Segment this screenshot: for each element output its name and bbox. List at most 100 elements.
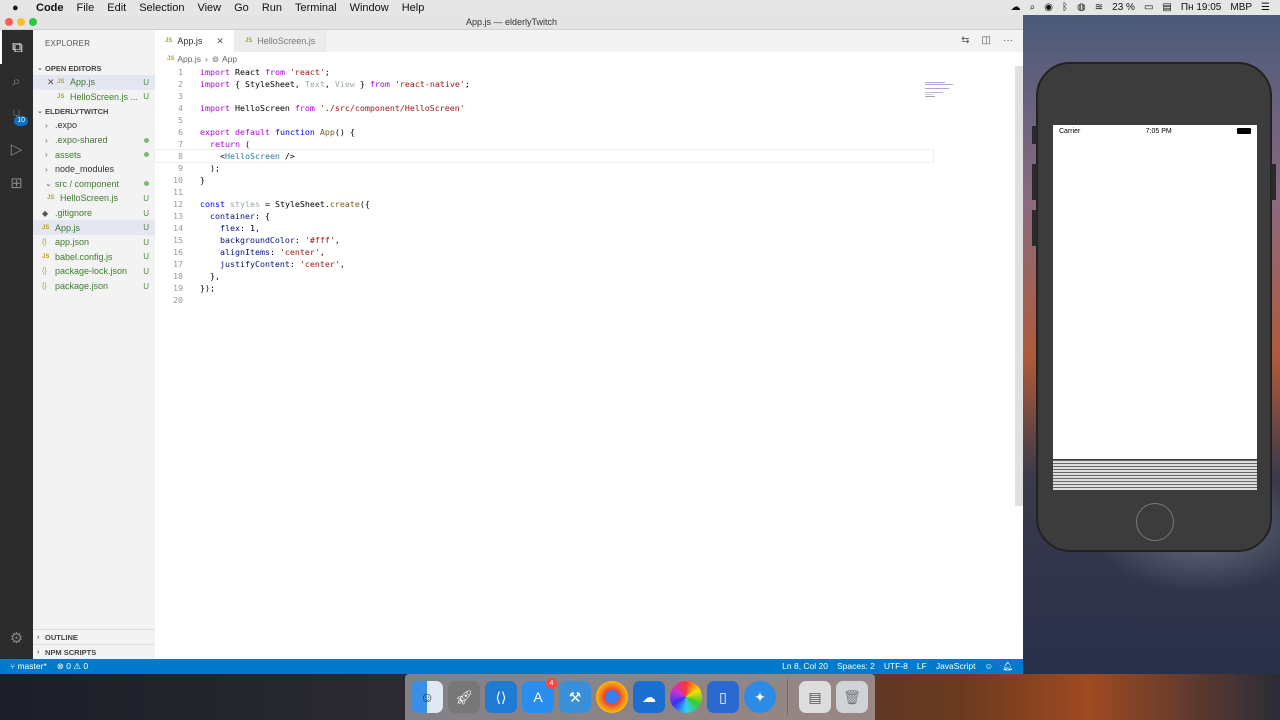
breadcrumb-symbol[interactable]: App [222,54,237,64]
code-line[interactable]: 18 }, [155,270,1023,282]
apple-menu-icon[interactable]: ● [12,2,26,14]
siri-icon[interactable]: ◉ [1044,2,1053,13]
project-header[interactable]: ⌄ ELDERLYTWITCH [33,104,155,118]
code-line[interactable]: 15 backgroundColor: '#fff', [155,234,1023,246]
menu-edit[interactable]: Edit [107,2,126,14]
code-line[interactable]: 10} [155,174,1023,186]
minimize-window-button[interactable] [17,18,25,26]
cloud-icon[interactable]: ☁ [1011,2,1021,13]
menu-selection[interactable]: Selection [139,2,184,14]
explorer-icon[interactable]: ⧉ [0,30,33,64]
tree-item-file[interactable]: {} package.json U [33,279,155,294]
tree-item-file[interactable]: JS App.js U [33,220,155,235]
tree-item-folder[interactable]: › node_modules [33,162,155,177]
menu-app-name[interactable]: Code [36,2,64,14]
vscode-icon[interactable]: ⟨⟩ [485,681,517,713]
npm-scripts-header[interactable]: › NPM SCRIPTS [33,644,155,659]
menu-file[interactable]: File [77,2,95,14]
run-debug-icon[interactable]: ▷ [0,132,33,166]
code-line[interactable]: 20 [155,294,1023,306]
finder-icon[interactable]: ☺ [411,681,443,713]
home-button[interactable] [1136,503,1174,541]
minimap[interactable] [925,82,953,112]
code-line[interactable]: 13 container: { [155,210,1023,222]
code-line[interactable]: 7 return ( [155,138,1023,150]
tree-item-folder[interactable]: › .expo-shared [33,133,155,148]
open-changes-icon[interactable]: ⇆ [961,35,969,46]
xcode-icon[interactable]: ⚒ [559,681,591,713]
code-line[interactable]: 11 [155,186,1023,198]
wifi-icon[interactable]: ≋ [1095,2,1103,13]
menu-run[interactable]: Run [262,2,282,14]
launchpad-icon[interactable]: 🚀︎ [448,681,480,713]
app-store-icon[interactable]: A4 [522,678,557,713]
tree-item-file[interactable]: {} package-lock.json U [33,264,155,279]
tab-app-js[interactable]: JS App.js ✕ [155,30,235,52]
code-line[interactable]: 19}); [155,282,1023,294]
branch-status[interactable]: ⑂ master* [10,661,47,672]
settings-gear-icon[interactable]: ⚙ [0,621,33,655]
tree-item-file[interactable]: {} app.json U [33,235,155,250]
code-line[interactable]: 4 import HelloScreen from './src/componen… [155,102,1023,114]
menu-clock[interactable]: Пн 19:05 [1181,2,1222,13]
more-actions-icon[interactable]: ··· [1003,35,1013,46]
safari-icon[interactable]: ✦ [744,681,776,713]
code-line[interactable]: 14 flex: 1, [155,222,1023,234]
end-of-line[interactable]: LF [917,661,927,672]
zoom-window-button[interactable] [29,18,37,26]
code-line[interactable]: 5 [155,114,1023,126]
bluetooth-icon[interactable]: ᛒ [1062,2,1068,13]
vertical-scrollbar[interactable] [1015,66,1023,506]
search-icon[interactable]: ⌕ [1030,2,1036,13]
code-line[interactable]: 2 import { StyleSheet, Text, View } from … [155,78,1023,90]
extensions-icon[interactable]: ⊞ [0,166,33,200]
menu-help[interactable]: Help [402,2,425,14]
menu-go[interactable]: Go [234,2,249,14]
color-picker-icon[interactable] [670,681,702,713]
outline-header[interactable]: › OUTLINE [33,629,155,644]
code-line[interactable]: 12 const styles = StyleSheet.create({ [155,198,1023,210]
open-editors-header[interactable]: ⌄ OPEN EDITORS [33,61,155,75]
language-mode[interactable]: JavaScript [936,661,976,672]
code-line[interactable]: 8 <HelloScreen /> [154,149,934,163]
simulator-icon[interactable]: ▯ [707,681,739,713]
battery-percent[interactable]: 23 % [1112,2,1135,13]
problems-status[interactable]: ⊗ 0 ⚠ 0 [57,661,88,672]
code-line[interactable]: 6 export default function App() { [155,126,1023,138]
split-editor-icon[interactable]: ◫ [982,35,991,46]
code-line[interactable]: 3 [155,90,1023,102]
bell-icon[interactable]: 🔔︎ [1002,661,1013,672]
trash-icon[interactable]: 🗑︎ [836,681,868,713]
breadcrumb-file[interactable]: App.js [177,54,201,64]
menu-view[interactable]: View [197,2,221,14]
tree-item-folder[interactable]: › assets [33,147,155,162]
input-source-flag-icon[interactable]: ▤ [1162,2,1171,13]
code-editor[interactable]: 1 import React from 'react'; 2 import { Sty… [154,66,1023,306]
source-control-icon[interactable]: ⑂ 10 [0,98,33,132]
cursor-position[interactable]: Ln 8, Col 20 [782,661,828,672]
chrome-icon[interactable] [596,681,628,713]
tree-item-file[interactable]: JS babel.config.js U [33,250,155,265]
app-status-icon[interactable]: ◍ [1077,2,1086,13]
close-tab-icon[interactable]: ✕ [216,36,224,47]
code-line[interactable]: 9 ); [155,162,1023,174]
battery-icon[interactable]: ▭ [1144,2,1153,13]
code-line[interactable]: 1 import React from 'react'; [155,66,1023,78]
downloads-stack-icon[interactable]: ▤ [799,681,831,713]
open-editor-item[interactable]: ✕ JS App.js U [33,75,155,90]
onedrive-icon[interactable]: ☁ [633,681,665,713]
close-window-button[interactable] [5,18,13,26]
close-icon[interactable]: ✕ [47,77,57,88]
open-editor-item[interactable]: JS HelloScreen.js ... U [33,90,155,105]
simulator-screen[interactable]: Carrier 7:05 PM [1053,125,1257,459]
tree-item-folder[interactable]: ⌄ src / component [33,177,155,192]
code-line[interactable]: 17 justifyContent: 'center', [155,258,1023,270]
tree-item-folder[interactable]: › .expo [33,118,155,133]
feedback-icon[interactable]: ☺ [985,661,994,672]
menu-terminal[interactable]: Terminal [295,2,337,14]
menu-window[interactable]: Window [350,2,389,14]
search-view-icon[interactable]: ⌕ [0,64,33,98]
notification-center-icon[interactable]: ☰ [1261,2,1270,13]
tab-helloscreen-js[interactable]: JS HelloScreen.js [234,30,327,52]
code-line[interactable]: 16 alignItems: 'center', [155,246,1023,258]
